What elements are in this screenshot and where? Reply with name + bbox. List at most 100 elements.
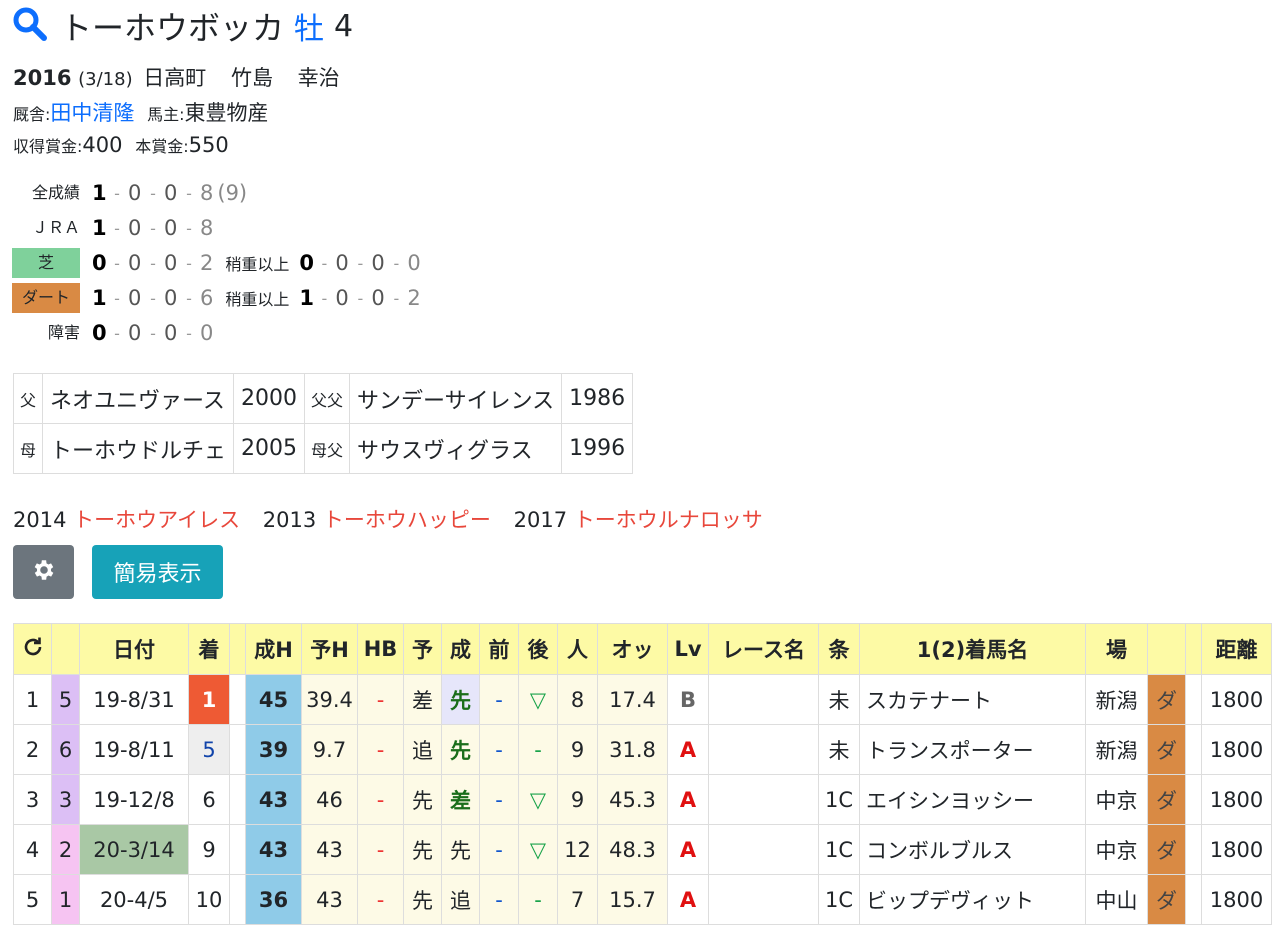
col-yo[interactable]: 予 bbox=[403, 623, 442, 675]
trainer-label: 厩舎: bbox=[13, 105, 51, 124]
mae: - bbox=[479, 674, 519, 725]
col-condition[interactable]: 条 bbox=[818, 623, 860, 675]
post-number: 3 bbox=[51, 774, 80, 825]
record-all: 全成績 1- 0- 0- 8 (9) bbox=[0, 177, 247, 209]
col-level[interactable]: Lv bbox=[667, 623, 709, 675]
search-icon[interactable] bbox=[12, 6, 48, 46]
settings-button[interactable] bbox=[13, 545, 74, 599]
table-row[interactable]: 3 3 19-12/8 6 43 46- 先差 - ▽ 9 45.3 A 1C エイシンヨッシー 中京ダ 18… bbox=[13, 774, 1272, 825]
post-number: 5 bbox=[51, 674, 80, 725]
col-venue[interactable]: 場 bbox=[1085, 623, 1148, 675]
col-popularity[interactable]: 人 bbox=[557, 623, 598, 675]
heavy-3rd: 0 bbox=[371, 251, 385, 275]
odds: 48.3 bbox=[597, 824, 668, 875]
simple-view-button[interactable]: 簡易表示 bbox=[92, 545, 223, 599]
post-number: 2 bbox=[51, 824, 80, 875]
col-race-name[interactable]: レース名 bbox=[708, 623, 819, 675]
earned-label: 収得賞金: bbox=[13, 137, 83, 156]
finish: 1 bbox=[188, 674, 230, 725]
record-wins: 1 bbox=[92, 181, 107, 205]
record-label: ＪＲＡ bbox=[31, 218, 80, 237]
post-number: 6 bbox=[51, 724, 80, 775]
dam-key: 母 bbox=[12, 423, 44, 474]
col-hb[interactable]: HB bbox=[357, 623, 404, 675]
col-yoso-h[interactable]: 予H bbox=[301, 623, 358, 675]
record-label: 障害 bbox=[47, 323, 80, 342]
trainer-link[interactable]: 田中清隆 bbox=[50, 101, 134, 125]
row-no: 3 bbox=[13, 774, 52, 825]
level: A bbox=[667, 824, 709, 875]
birth-info: 2016 (3/18) 日高町 竹島 幸治 bbox=[13, 62, 340, 92]
record-2nd: 0 bbox=[128, 251, 142, 275]
ato: - bbox=[518, 874, 558, 925]
table-row[interactable]: 5 1 20-4/5 10 36 43- 先追 - -7 15.7 A 1C ビップデヴィット 中山ダ 18… bbox=[13, 874, 1272, 925]
hb: - bbox=[357, 874, 404, 925]
sibling-link[interactable]: トーホウアイレス bbox=[73, 508, 240, 532]
ato: - bbox=[518, 724, 558, 775]
earned-value: 400 bbox=[82, 133, 123, 157]
winner-name: トランスポーター bbox=[859, 724, 1086, 775]
race-date: 20-3/14 bbox=[79, 824, 189, 875]
odds: 45.3 bbox=[597, 774, 668, 825]
level: B bbox=[667, 674, 709, 725]
hb: - bbox=[357, 724, 404, 775]
sibling-link[interactable]: トーホウハッピー bbox=[323, 508, 491, 532]
winner-name: コンボルブルス bbox=[859, 824, 1086, 875]
dam-year: 2005 bbox=[233, 423, 306, 474]
sibling-year: 2013 bbox=[262, 508, 317, 532]
sire-name: ネオユニヴァース bbox=[42, 373, 235, 424]
col-ato[interactable]: 後 bbox=[518, 623, 558, 675]
mae: - bbox=[479, 774, 519, 825]
blank-cell bbox=[229, 674, 246, 725]
seiseki-h: 39 bbox=[245, 724, 302, 775]
col-odds[interactable]: オッ bbox=[597, 623, 668, 675]
distance: 1800 bbox=[1201, 824, 1272, 875]
record-other: 8 bbox=[200, 181, 214, 205]
surface: ダ bbox=[1147, 674, 1186, 725]
sibling-year: 2017 bbox=[513, 508, 568, 532]
winner-name: エイシンヨッシー bbox=[859, 774, 1086, 825]
sire-year: 2000 bbox=[233, 373, 306, 424]
seiseki-h: 43 bbox=[245, 774, 302, 825]
condition: 1C bbox=[818, 874, 860, 925]
heavy-other: 0 bbox=[407, 251, 421, 275]
mae: - bbox=[479, 724, 519, 775]
distance: 1800 bbox=[1201, 774, 1272, 825]
col-date[interactable]: 日付 bbox=[79, 623, 189, 675]
dam-name: トーホウドルチェ bbox=[42, 423, 235, 474]
ato: ▽ bbox=[518, 674, 558, 725]
col-surface bbox=[1147, 623, 1186, 675]
main-prize-value: 550 bbox=[188, 133, 229, 157]
table-row[interactable]: 1 5 19-8/31 1 45 39.4- 差先 - ▽ 8 17.4 B 未スカテナート 新潟ダ 180… bbox=[13, 674, 1272, 725]
col-seiseki-h[interactable]: 成H bbox=[245, 623, 302, 675]
race-date: 20-4/5 bbox=[79, 874, 189, 925]
popularity: 7 bbox=[557, 874, 598, 925]
condition: 1C bbox=[818, 824, 860, 875]
col-distance[interactable]: 距離 bbox=[1201, 623, 1272, 675]
col-winner[interactable]: 1(2)着馬名 bbox=[859, 623, 1086, 675]
col-mae[interactable]: 前 bbox=[479, 623, 519, 675]
heavy-2nd: 0 bbox=[335, 251, 349, 275]
col-sei[interactable]: 成 bbox=[441, 623, 480, 675]
record-wins: 0 bbox=[92, 251, 107, 275]
record-label: 全成績 bbox=[31, 183, 80, 202]
sibling-link[interactable]: トーホウルナロッサ bbox=[574, 508, 763, 532]
dam-sire-key: 母父 bbox=[304, 423, 351, 474]
record-3rd: 0 bbox=[164, 321, 178, 345]
seiseki-h: 36 bbox=[245, 874, 302, 925]
seiseki-h: 43 bbox=[245, 824, 302, 875]
breeder-family: 竹島 bbox=[230, 66, 273, 90]
distance: 1800 bbox=[1201, 674, 1272, 725]
record-3rd: 0 bbox=[164, 181, 178, 205]
row-no: 1 bbox=[13, 674, 52, 725]
col-finish[interactable]: 着 bbox=[188, 623, 230, 675]
finish: 6 bbox=[188, 774, 230, 825]
refresh-icon[interactable] bbox=[13, 623, 52, 675]
turf-label: 芝 bbox=[12, 248, 80, 278]
table-row[interactable]: 4 2 20-3/14 9 43 43- 先先 - ▽ 12 48.3 A 1C コンボルブルス 中京ダ 18… bbox=[13, 824, 1272, 875]
table-row[interactable]: 2 6 19-8/11 5 39 9.7- 追先 - -9 31.8 A 未トランスポーター 新潟ダ 18… bbox=[13, 724, 1272, 775]
finish: 9 bbox=[188, 824, 230, 875]
record-2nd: 0 bbox=[128, 286, 142, 310]
ato: ▽ bbox=[518, 824, 558, 875]
record-dirt: ダート 1- 0- 0- 6 稍重以上 1- 0- 0- 2 bbox=[0, 282, 421, 314]
